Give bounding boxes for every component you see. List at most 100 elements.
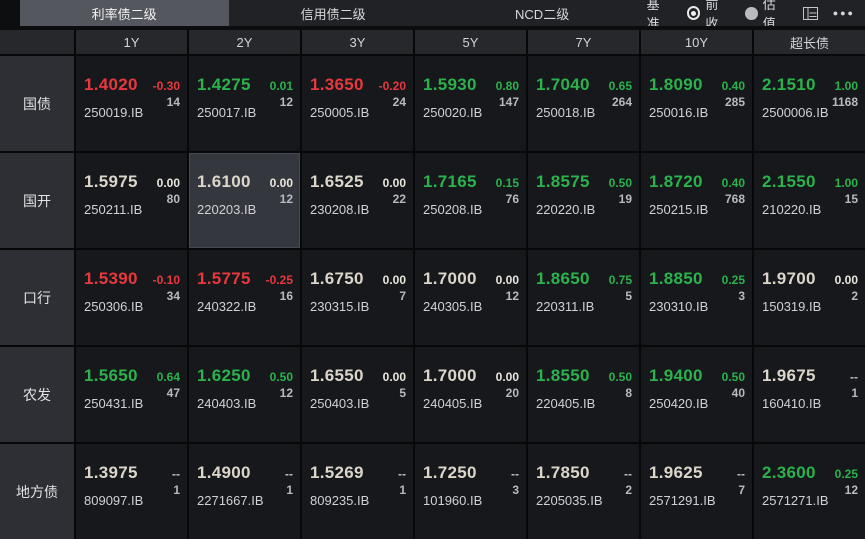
volume-value: 80 — [167, 192, 180, 206]
bond-cell[interactable]: 1.61000.0012220203.IB — [189, 153, 300, 248]
volume-value: 12 — [506, 289, 519, 303]
bond-cell[interactable]: 1.42750.0112250017.IB — [189, 56, 300, 151]
column-header-1Y: 1Y — [76, 30, 187, 54]
yield-value: 1.5650 — [84, 366, 138, 386]
bond-cell[interactable]: 2.36000.25122571271.IB — [754, 444, 865, 539]
change-value: 0.50 — [722, 370, 745, 384]
volume-value: 8 — [625, 386, 632, 400]
bond-cell[interactable]: 1.71650.1576250208.IB — [415, 153, 526, 248]
bond-cell[interactable]: 1.87200.40768250215.IB — [641, 153, 752, 248]
bond-cell[interactable]: 1.62500.5012240403.IB — [189, 347, 300, 442]
bond-cell[interactable]: 1.4020-0.3014250019.IB — [76, 56, 187, 151]
bond-cell[interactable]: 2.15501.0015210220.IB — [754, 153, 865, 248]
yield-value: 1.5390 — [84, 269, 138, 289]
bond-code: 230315.IB — [310, 299, 369, 314]
bond-code: 809235.IB — [310, 493, 369, 508]
tab-label: 信用债二级 — [301, 4, 366, 23]
tab-label: NCD二级 — [515, 4, 569, 23]
bond-code: 220203.IB — [197, 202, 256, 217]
bond-code: 809097.IB — [84, 493, 143, 508]
bond-cell[interactable]: 1.5775-0.2516240322.IB — [189, 250, 300, 345]
bond-cell[interactable]: 1.70000.0012240305.IB — [415, 250, 526, 345]
bond-cell[interactable]: 1.5269--1809235.IB — [302, 444, 413, 539]
change-value: 1.00 — [835, 79, 858, 93]
bond-cell[interactable]: 1.3975--1809097.IB — [76, 444, 187, 539]
change-value: 0.50 — [609, 370, 632, 384]
bond-code: 220220.IB — [536, 202, 595, 217]
change-value: -- — [511, 467, 519, 481]
column-header-7Y: 7Y — [528, 30, 639, 54]
row-label: 地方债 — [0, 444, 74, 539]
yield-value: 2.1550 — [762, 172, 816, 192]
bond-code: 250020.IB — [423, 105, 482, 120]
change-value: 0.25 — [722, 273, 745, 287]
bond-cell[interactable]: 1.85750.5019220220.IB — [528, 153, 639, 248]
volume-value: 5 — [399, 386, 406, 400]
change-value: 0.25 — [835, 467, 858, 481]
yield-value: 1.5975 — [84, 172, 138, 192]
bond-cell[interactable]: 1.70000.0020240405.IB — [415, 347, 526, 442]
yield-value: 1.8090 — [649, 75, 703, 95]
bond-cell[interactable]: 1.9675--1160410.IB — [754, 347, 865, 442]
more-icon[interactable]: ●●● — [833, 8, 855, 18]
volume-value: 1168 — [832, 95, 858, 109]
tabbar-corner — [0, 0, 20, 26]
yield-value: 1.9675 — [762, 366, 816, 386]
bond-code: 220311.IB — [536, 299, 594, 314]
bond-cell[interactable]: 1.97000.002150319.IB — [754, 250, 865, 345]
yield-value: 1.8720 — [649, 172, 703, 192]
bond-cell[interactable]: 1.67500.007230315.IB — [302, 250, 413, 345]
bond-cell[interactable]: 1.4900--12271667.IB — [189, 444, 300, 539]
bond-cell[interactable]: 1.9625--72571291.IB — [641, 444, 752, 539]
volume-value: 12 — [280, 386, 293, 400]
bond-cell[interactable]: 2.15101.0011682500006.IB — [754, 56, 865, 151]
benchmark-controls: 基准 前收估值 ●●● — [647, 0, 865, 26]
yield-value: 1.3975 — [84, 463, 138, 483]
bond-cell[interactable]: 1.65250.0022230208.IB — [302, 153, 413, 248]
bond-cell[interactable]: 1.70400.65264250018.IB — [528, 56, 639, 151]
bond-cell[interactable]: 1.65500.005250403.IB — [302, 347, 413, 442]
bond-code: 250431.IB — [84, 396, 143, 411]
bond-cell[interactable]: 1.85500.508220405.IB — [528, 347, 639, 442]
yield-value: 1.7000 — [423, 366, 477, 386]
volume-value: 2 — [851, 289, 858, 303]
volume-value: 12 — [280, 192, 293, 206]
change-value: 0.64 — [157, 370, 180, 384]
bond-cell[interactable]: 1.59750.0080250211.IB — [76, 153, 187, 248]
app-window: 利率债二级信用债二级NCD二级 基准 前收估值 ●●● 1Y2Y3Y5Y7Y10… — [0, 0, 865, 539]
bond-cell[interactable]: 1.3650-0.2024250005.IB — [302, 56, 413, 151]
bond-cell[interactable]: 1.7850--22205035.IB — [528, 444, 639, 539]
bond-cell[interactable]: 1.86500.755220311.IB — [528, 250, 639, 345]
layout-icon[interactable] — [803, 7, 818, 20]
change-value: 0.00 — [157, 176, 180, 190]
yield-value: 1.5269 — [310, 463, 364, 483]
bond-cell[interactable]: 1.88500.253230310.IB — [641, 250, 752, 345]
bond-cell[interactable]: 1.7250--3101960.IB — [415, 444, 526, 539]
volume-value: 3 — [512, 483, 519, 497]
volume-value: 14 — [167, 95, 180, 109]
yield-value: 1.6100 — [197, 172, 251, 192]
yield-value: 1.8650 — [536, 269, 590, 289]
yield-value: 1.9400 — [649, 366, 703, 386]
volume-value: 285 — [725, 95, 745, 109]
bond-cell[interactable]: 1.80900.40285250016.IB — [641, 56, 752, 151]
change-value: 0.00 — [383, 176, 406, 190]
bond-code: 210220.IB — [762, 202, 821, 217]
yield-value: 1.7000 — [423, 269, 477, 289]
yield-value: 1.4020 — [84, 75, 138, 95]
bond-code: 250016.IB — [649, 105, 708, 120]
bond-cell[interactable]: 1.59300.80147250020.IB — [415, 56, 526, 151]
bond-code: 240403.IB — [197, 396, 256, 411]
change-value: 0.00 — [383, 273, 406, 287]
bond-cell[interactable]: 1.5390-0.1034250306.IB — [76, 250, 187, 345]
top-tab-bar: 利率债二级 信用债二级 NCD二级 基准 前收估值 ●●● — [0, 0, 865, 26]
tab-1[interactable]: 利率债二级 — [20, 0, 229, 26]
change-value: 0.00 — [835, 273, 858, 287]
bond-cell[interactable]: 1.94000.5040250420.IB — [641, 347, 752, 442]
bond-code: 250019.IB — [84, 105, 143, 120]
bond-code: 2571291.IB — [649, 493, 716, 508]
tab-2[interactable]: 信用债二级 — [229, 0, 438, 26]
yield-value: 1.9700 — [762, 269, 816, 289]
tab-3[interactable]: NCD二级 — [438, 0, 647, 26]
bond-cell[interactable]: 1.56500.6447250431.IB — [76, 347, 187, 442]
